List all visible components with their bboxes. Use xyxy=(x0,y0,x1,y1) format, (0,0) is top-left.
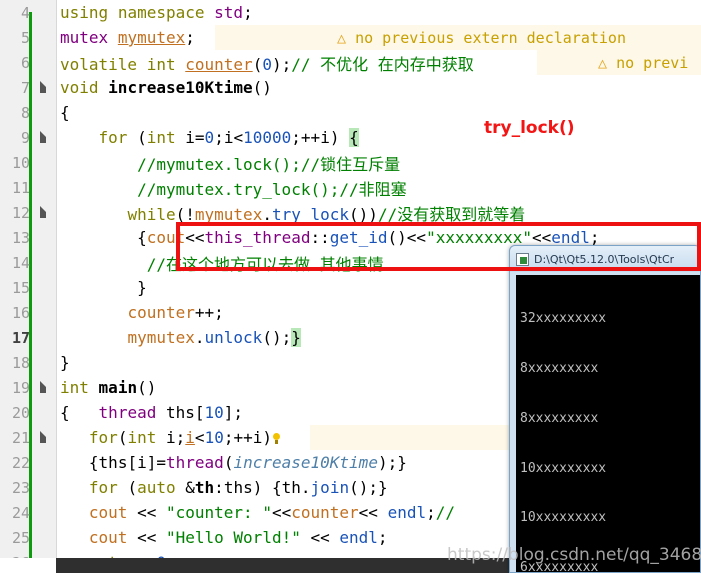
line-number: 8 xyxy=(20,103,30,122)
line-number: 4 xyxy=(20,3,30,22)
line-number: 23 xyxy=(11,478,30,497)
line-number: 19 xyxy=(11,378,30,397)
code-line-8[interactable]: 8 { xyxy=(0,100,701,125)
fold-column[interactable] xyxy=(30,380,56,394)
console-line: 10xxxxxxxxx xyxy=(520,510,607,526)
fold-marker-icon[interactable] xyxy=(40,130,46,143)
line-number: 21 xyxy=(11,428,30,447)
screenshot-root: 4 using namespace std; 5 mutex mymutex; … xyxy=(0,0,701,573)
code-text: void increase10Ktime() xyxy=(60,78,272,97)
warning-triangle-icon: △ xyxy=(598,53,608,72)
line-number-current: 17 xyxy=(11,328,30,347)
line-number: 5 xyxy=(20,28,30,47)
line-number: 14 xyxy=(11,253,30,272)
line-number: 20 xyxy=(11,403,30,422)
code-text: { xyxy=(60,103,70,122)
console-line: 10xxxxxxxxx xyxy=(520,460,607,476)
console-line: 8xxxxxxxxx xyxy=(520,360,599,376)
warning-annotation-line-5: △ no previous extern declaration xyxy=(337,25,626,50)
code-line-10[interactable]: 10 //mymutex.lock();//锁住互斥量 xyxy=(0,150,701,175)
fold-marker-icon[interactable] xyxy=(40,380,46,393)
line-number: 24 xyxy=(11,503,30,522)
code-text: while(!mymutex.try_lock())//没有获取到就等着 xyxy=(127,204,526,224)
code-line-7[interactable]: 7 void increase10Ktime() xyxy=(0,75,701,100)
line-number: 15 xyxy=(11,278,30,297)
warning-triangle-icon: △ xyxy=(337,28,347,47)
console-titlebar[interactable]: D:\Qt\Qt5.12.0\Tools\QtCr xyxy=(510,246,700,272)
code-line-12[interactable]: 12 while(!mymutex.try_lock())//没有获取到就等着 xyxy=(0,200,701,225)
console-window[interactable]: D:\Qt\Qt5.12.0\Tools\QtCr 32xxxxxxxxx 8x… xyxy=(509,245,701,573)
line-number: 7 xyxy=(20,78,30,97)
warning-text: no previous extern declaration xyxy=(355,28,626,47)
code-text: //mymutex.try_lock();//非阻塞 xyxy=(137,179,407,199)
line-number: 25 xyxy=(11,528,30,547)
line-number: 9 xyxy=(20,128,30,147)
line-number: 10 xyxy=(11,153,30,172)
fold-marker-icon[interactable] xyxy=(40,430,46,443)
code-text: //mymutex.lock();//锁住互斥量 xyxy=(137,154,401,174)
fold-column[interactable] xyxy=(30,430,56,444)
line-number: 6 xyxy=(20,53,30,72)
console-output: 32xxxxxxxxx 8xxxxxxxxx 8xxxxxxxxx 10xxxx… xyxy=(516,275,700,573)
code-line-4[interactable]: 4 using namespace std; xyxy=(0,0,701,25)
line-number: 13 xyxy=(11,228,30,247)
code-text: for (int i=0;i<10000;++i) { xyxy=(98,128,359,147)
code-line-11[interactable]: 11 //mymutex.try_lock();//非阻塞 xyxy=(0,175,701,200)
fold-column[interactable] xyxy=(30,130,56,144)
try-lock-annotation: try_lock() xyxy=(484,118,575,138)
warning-annotation-line-6: △ no previ xyxy=(598,50,688,75)
console-title-text: D:\Qt\Qt5.12.0\Tools\QtCr xyxy=(534,252,675,266)
console-line: 32xxxxxxxxx xyxy=(520,311,607,327)
line-number: 18 xyxy=(11,353,30,372)
code-line-21[interactable]: 21 for(int i;i<10;++i) xyxy=(0,425,701,450)
lightbulb-icon[interactable] xyxy=(272,433,281,445)
bottom-strip-gutter xyxy=(0,558,56,573)
fold-column[interactable] xyxy=(30,80,56,94)
code-line-9[interactable]: 9 for (int i=0;i<10000;++i) { xyxy=(0,125,701,150)
warning-text: no previ xyxy=(616,53,689,72)
console-line: 6xxxxxxxxx xyxy=(520,560,599,573)
code-text: using namespace std; xyxy=(60,3,253,22)
code-text: for(int i;i<10;++i) xyxy=(56,428,701,447)
fold-marker-icon[interactable] xyxy=(40,205,46,218)
line-number: 22 xyxy=(11,453,30,472)
line-number: 12 xyxy=(11,203,30,222)
fold-column[interactable] xyxy=(30,205,56,219)
line-number: 16 xyxy=(11,303,30,322)
fold-marker-icon[interactable] xyxy=(40,80,46,93)
line-number: 11 xyxy=(11,178,30,197)
console-app-icon xyxy=(516,252,529,266)
